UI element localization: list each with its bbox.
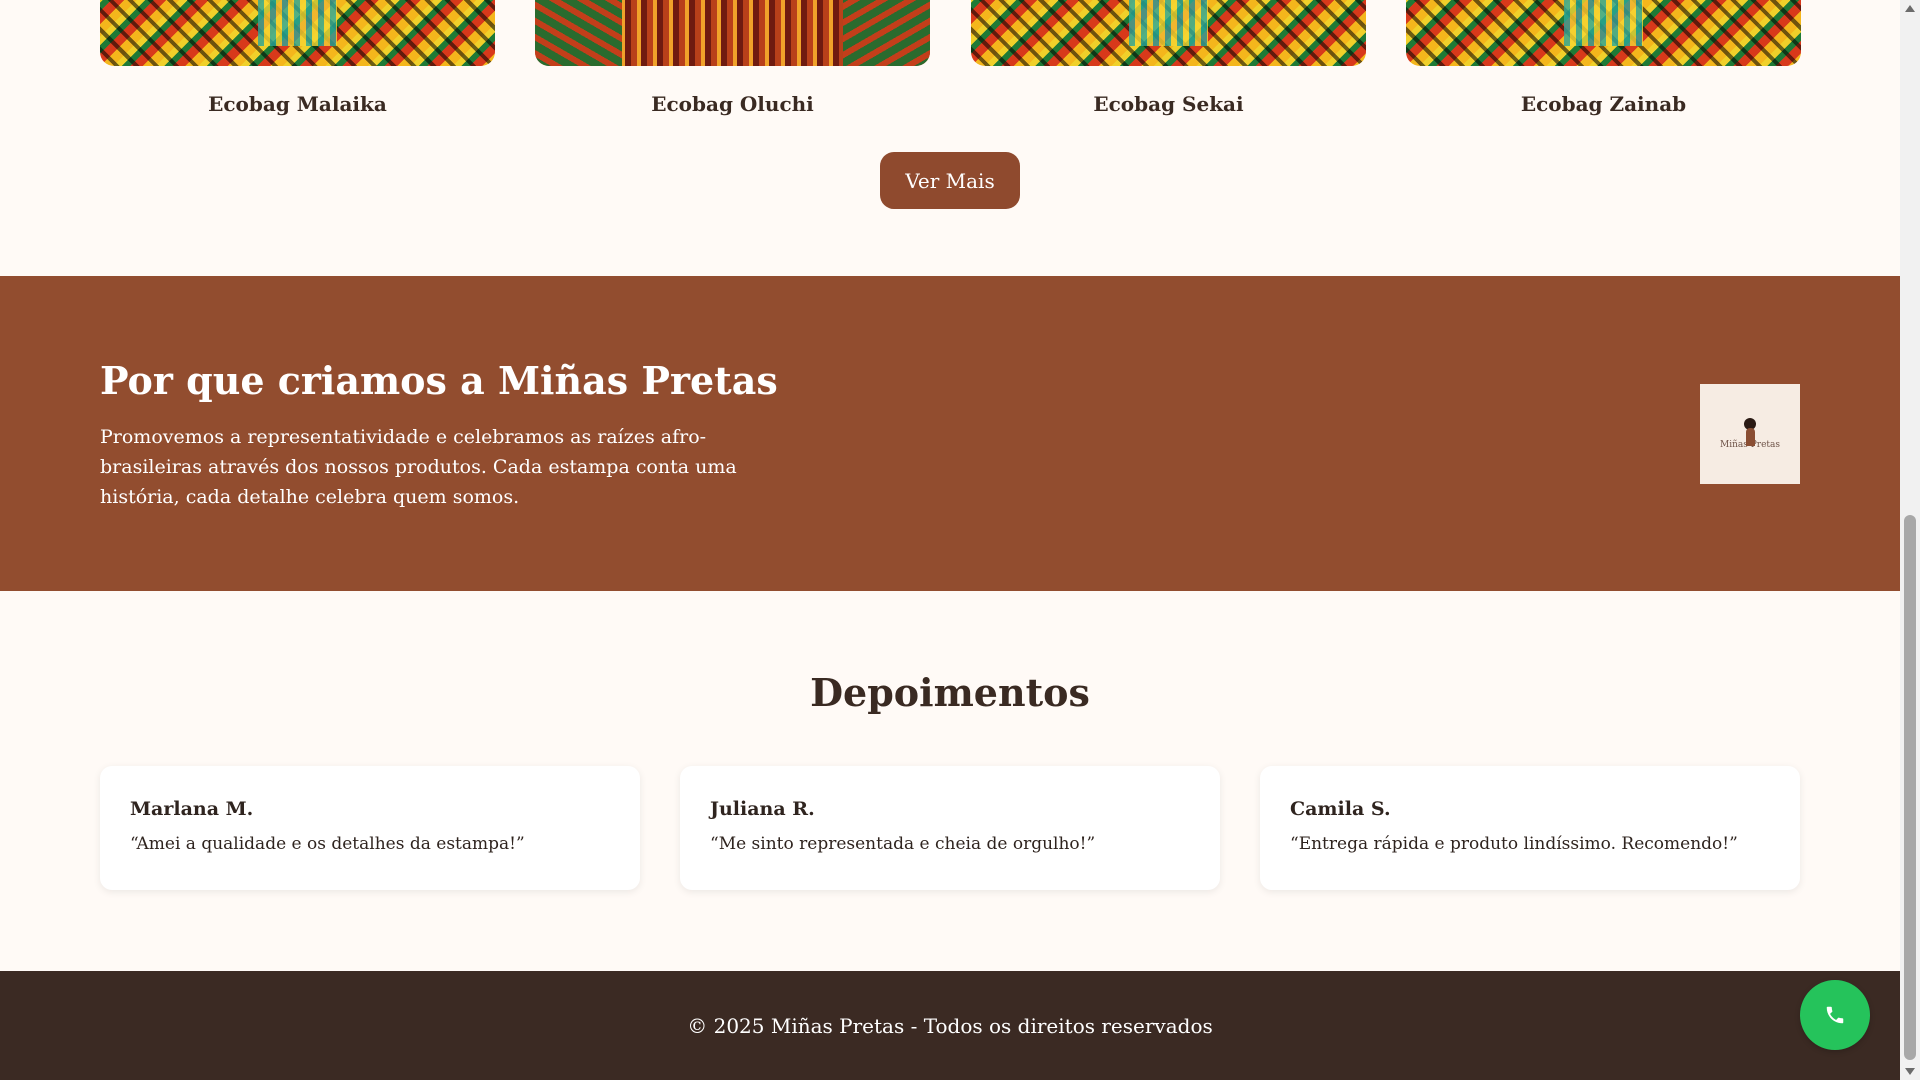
scroll-up-arrow-icon[interactable] <box>1905 5 1915 12</box>
testimonial-card: Juliana R. “Me sinto representada e chei… <box>680 766 1220 890</box>
phone-icon <box>1826 1006 1844 1024</box>
scroll-down-arrow-icon[interactable] <box>1905 1068 1915 1075</box>
footer-text: © 2025 Miñas Pretas - Todos os direitos … <box>687 1013 1213 1038</box>
about-title: Por que criamos a Miñas Pretas <box>100 358 778 403</box>
product-name[interactable]: Ecobag Zainab <box>1406 92 1801 116</box>
ver-mais-button[interactable]: Ver Mais <box>880 152 1020 209</box>
footer: © 2025 Miñas Pretas - Todos os direitos … <box>0 971 1900 1080</box>
product-name[interactable]: Ecobag Malaika <box>100 92 495 116</box>
product-card[interactable]: Ecobag Malaika <box>100 0 495 116</box>
page: Ecobag Malaika Ecobag Oluchi Ecobag Seka… <box>0 0 1900 1080</box>
testimonial-name: Camila S. <box>1290 798 1391 820</box>
about-section: Por que criamos a Miñas Pretas Promovemo… <box>0 276 1900 591</box>
testimonial-text: “Entrega rápida e produto lindíssimo. Re… <box>1290 834 1738 854</box>
testimonial-text: “Me sinto representada e cheia de orgulh… <box>710 834 1096 854</box>
product-card[interactable]: Ecobag Oluchi <box>535 0 930 116</box>
about-text: Promovemos a representatividade e celebr… <box>100 426 737 508</box>
product-image[interactable] <box>1406 0 1801 66</box>
scroll-thumb[interactable] <box>1904 515 1916 1060</box>
woman-figure-icon <box>1741 418 1759 446</box>
product-name[interactable]: Ecobag Sekai <box>971 92 1366 116</box>
product-card[interactable]: Ecobag Sekai <box>971 0 1366 116</box>
testimonials-title: Depoimentos <box>810 670 1090 715</box>
testimonial-text: “Amei a qualidade e os detalhes da estam… <box>130 834 525 854</box>
testimonial-card: Marlana M. “Amei a qualidade e os detalh… <box>100 766 640 890</box>
product-image[interactable] <box>100 0 495 66</box>
product-image[interactable] <box>971 0 1366 66</box>
product-card[interactable]: Ecobag Zainab <box>1406 0 1801 116</box>
testimonial-card: Camila S. “Entrega rápida e produto lind… <box>1260 766 1800 890</box>
testimonial-name: Marlana M. <box>130 798 254 820</box>
vertical-scrollbar[interactable] <box>1900 0 1920 1080</box>
product-name[interactable]: Ecobag Oluchi <box>535 92 930 116</box>
brand-logo: Miñas Pretas <box>1700 384 1800 484</box>
product-image[interactable] <box>535 0 930 66</box>
whatsapp-button[interactable] <box>1800 980 1870 1050</box>
testimonial-name: Juliana R. <box>710 798 815 820</box>
